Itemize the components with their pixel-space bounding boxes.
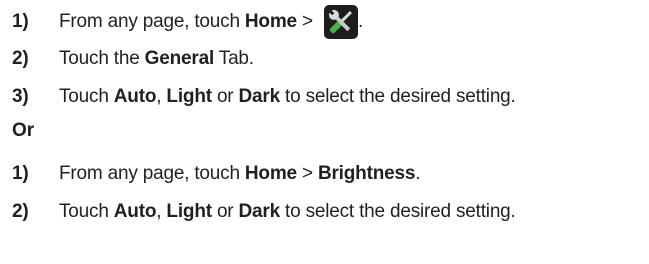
separator-or: or	[211, 201, 239, 222]
step-text-suffix: to select the desired setting.	[279, 86, 516, 107]
step-text-prefix: Touch the	[59, 48, 145, 69]
step-1-home-tools: 1) From any page, touch Home > .	[12, 4, 363, 40]
separator: >	[296, 11, 318, 32]
auto-label: Auto	[113, 201, 157, 222]
step-text: Touch Auto , Light or Dark to select the…	[59, 201, 516, 223]
or-label: Or	[12, 120, 35, 141]
step-text-suffix: .	[415, 163, 421, 184]
step-text: From any page, touch Home > .	[59, 5, 363, 39]
brightness-label: Brightness	[317, 163, 416, 184]
step-number: 3)	[12, 86, 29, 107]
separator-comma: ,	[156, 201, 167, 222]
dark-label: Dark	[238, 201, 281, 222]
home-label: Home	[244, 11, 297, 32]
step-text-suffix: .	[357, 11, 364, 32]
step-text-prefix: Touch	[59, 86, 114, 107]
light-label: Light	[166, 201, 212, 222]
step-number: 2)	[12, 201, 29, 222]
separator-comma: ,	[156, 86, 167, 107]
step-text-suffix: Tab.	[214, 48, 254, 69]
step-text-prefix: From any page, touch	[59, 11, 245, 32]
separator: >	[296, 163, 318, 184]
alt-step-1-home-brightness: 1) From any page, touch Home > Brightnes…	[12, 156, 421, 192]
tools-icon	[323, 5, 358, 39]
alt-step-2-select-setting: 2) Touch Auto , Light or Dark to select …	[12, 194, 516, 230]
step-text: Touch the General Tab.	[59, 48, 254, 70]
home-label: Home	[244, 163, 297, 184]
step-number: 1)	[12, 163, 29, 184]
general-label: General	[144, 48, 215, 69]
step-number: 2)	[12, 48, 29, 69]
step-text-suffix: to select the desired setting.	[279, 201, 516, 222]
separator-or: or	[211, 86, 239, 107]
step-text-prefix: Touch	[59, 201, 114, 222]
step-number: 1)	[12, 11, 29, 32]
step-text: Touch Auto , Light or Dark to select the…	[59, 86, 516, 108]
step-text-prefix: From any page, touch	[59, 163, 245, 184]
step-3-select-setting: 3) Touch Auto , Light or Dark to select …	[12, 79, 516, 115]
step-2-general-tab: 2) Touch the General Tab.	[12, 41, 254, 77]
step-text: From any page, touch Home > Brightness .	[59, 163, 421, 185]
light-label: Light	[166, 86, 212, 107]
dark-label: Dark	[238, 86, 281, 107]
auto-label: Auto	[113, 86, 157, 107]
